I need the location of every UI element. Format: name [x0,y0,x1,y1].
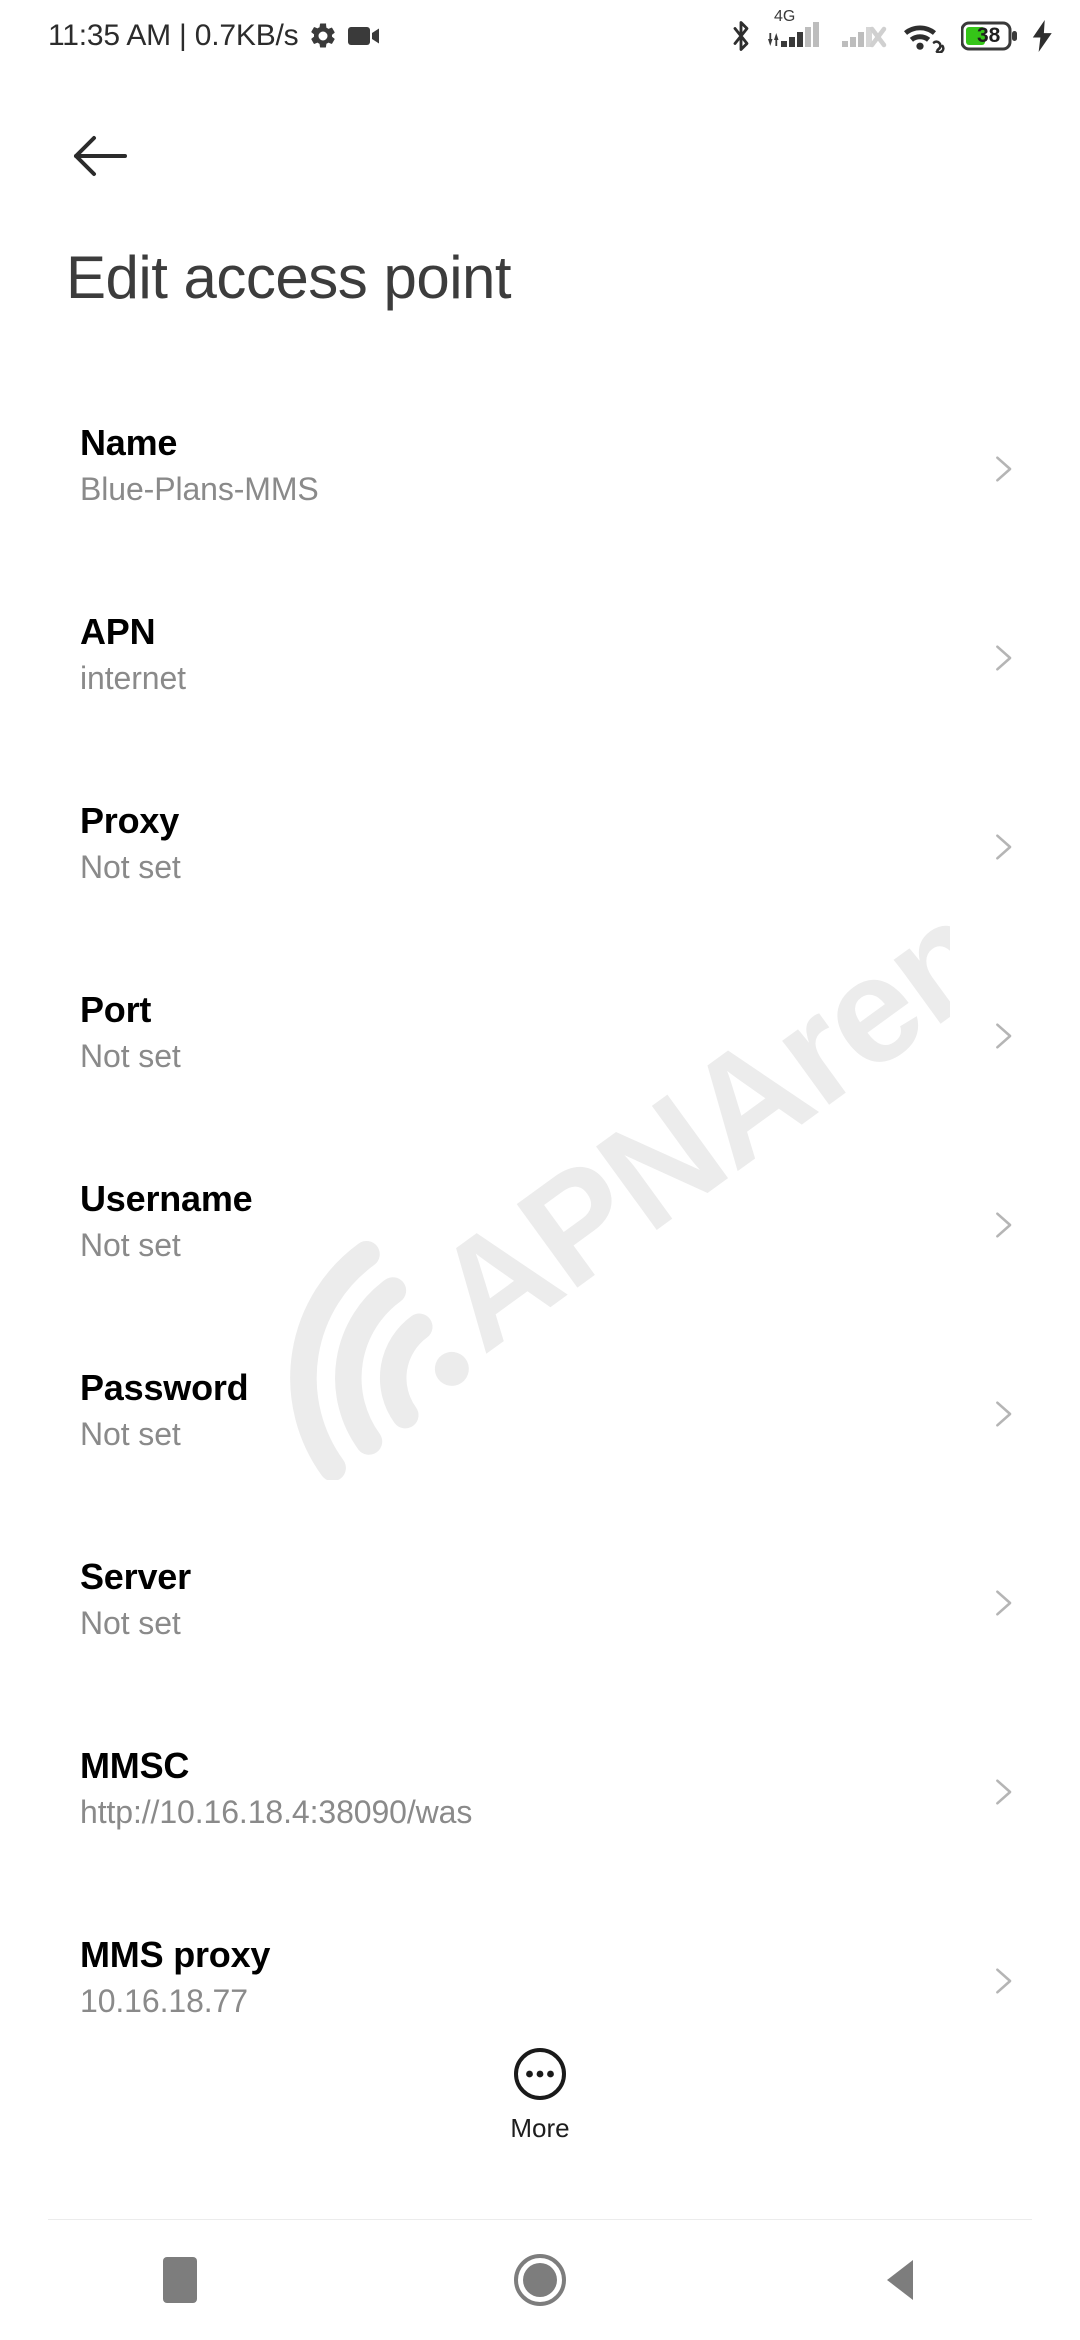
row-title: Name [80,422,178,463]
chevron-right-icon [986,1019,1020,1053]
row-value: Not set [80,1038,181,1075]
circle-icon [513,2253,567,2307]
navigation-bar [0,2220,1080,2340]
row-text: Server Not set [80,1538,191,1645]
battery-level-label: 38 [977,24,1001,47]
status-bar-right: 4G 38 [729,9,1054,54]
row-text: MMSC http://10.16.18.4:38090/was [80,1727,472,1834]
battery-icon: 38 [961,21,1019,51]
list-item[interactable]: Proxy Not set [0,782,1080,971]
row-value: Not set [80,1416,181,1453]
row-title: MMSC [80,1745,190,1786]
list-item[interactable]: Server Not set [0,1538,1080,1727]
chevron-right-icon [986,1397,1020,1431]
list-item[interactable]: Port Not set [0,971,1080,1160]
square-icon [163,2257,197,2303]
bluetooth-icon [729,18,753,54]
wifi-link-icon [904,19,948,53]
list-item[interactable]: Password Not set [0,1349,1080,1538]
row-title: MMS proxy [80,1934,271,1975]
nav-back-button[interactable] [720,2220,1080,2340]
row-value: internet [80,660,186,697]
network-type-label: 4G [774,8,796,25]
settings-list: Name Blue-Plans-MMS APN internet Proxy N… [0,404,1080,2105]
more-horizontal-circle-icon [512,2046,568,2102]
list-item[interactable]: APN internet [0,593,1080,782]
chevron-right-icon [986,452,1020,486]
row-text: Username Not set [80,1160,253,1267]
row-title: Port [80,989,152,1030]
nav-recents-button[interactable] [0,2220,360,2340]
chevron-right-icon [986,1586,1020,1620]
row-value: http://10.16.18.4:38090/was [80,1794,473,1831]
status-clock: 11:35 AM | 0.7KB/s [48,19,299,52]
more-button-label: More [510,2113,570,2143]
page-title: Edit access point [66,244,512,311]
row-title: Username [80,1178,253,1219]
row-title: Proxy [80,800,180,841]
chevron-right-icon [986,1964,1020,1998]
row-text: Port Not set [80,971,181,1078]
row-value: Not set [80,1227,181,1264]
row-text: Name Blue-Plans-MMS [80,404,319,511]
back-button[interactable] [62,118,138,194]
list-item[interactable]: MMSC http://10.16.18.4:38090/was [0,1727,1080,1916]
arrow-left-icon [72,133,128,179]
row-value: Blue-Plans-MMS [80,471,319,508]
row-title: Password [80,1367,249,1408]
status-bar-left: 11:35 AM | 0.7KB/s [48,19,380,53]
signal-no-service-icon [841,19,891,53]
row-value: 10.16.18.77 [80,1983,248,2020]
nav-home-button[interactable] [360,2220,720,2340]
row-text: APN internet [80,593,186,700]
video-camera-icon [348,25,380,47]
triangle-left-icon [883,2258,917,2302]
row-text: MMS proxy 10.16.18.77 [80,1916,270,2023]
row-text: Password Not set [80,1349,249,1456]
chevron-right-icon [986,1208,1020,1242]
chevron-right-icon [986,1775,1020,1809]
charging-bolt-icon [1032,20,1054,52]
chevron-right-icon [986,830,1020,864]
more-button[interactable]: More [0,2046,1080,2144]
row-value: Not set [80,849,181,886]
list-item[interactable]: Name Blue-Plans-MMS [0,404,1080,593]
list-item[interactable]: Username Not set [0,1160,1080,1349]
status-bar: 11:35 AM | 0.7KB/s 4G 38 [0,0,1080,72]
signal-bars-icon: 4G [766,9,828,53]
row-value: Not set [80,1605,181,1642]
row-title: Server [80,1556,191,1597]
row-title: APN [80,611,156,652]
chevron-right-icon [986,641,1020,675]
gear-icon [308,21,338,51]
row-text: Proxy Not set [80,782,181,889]
